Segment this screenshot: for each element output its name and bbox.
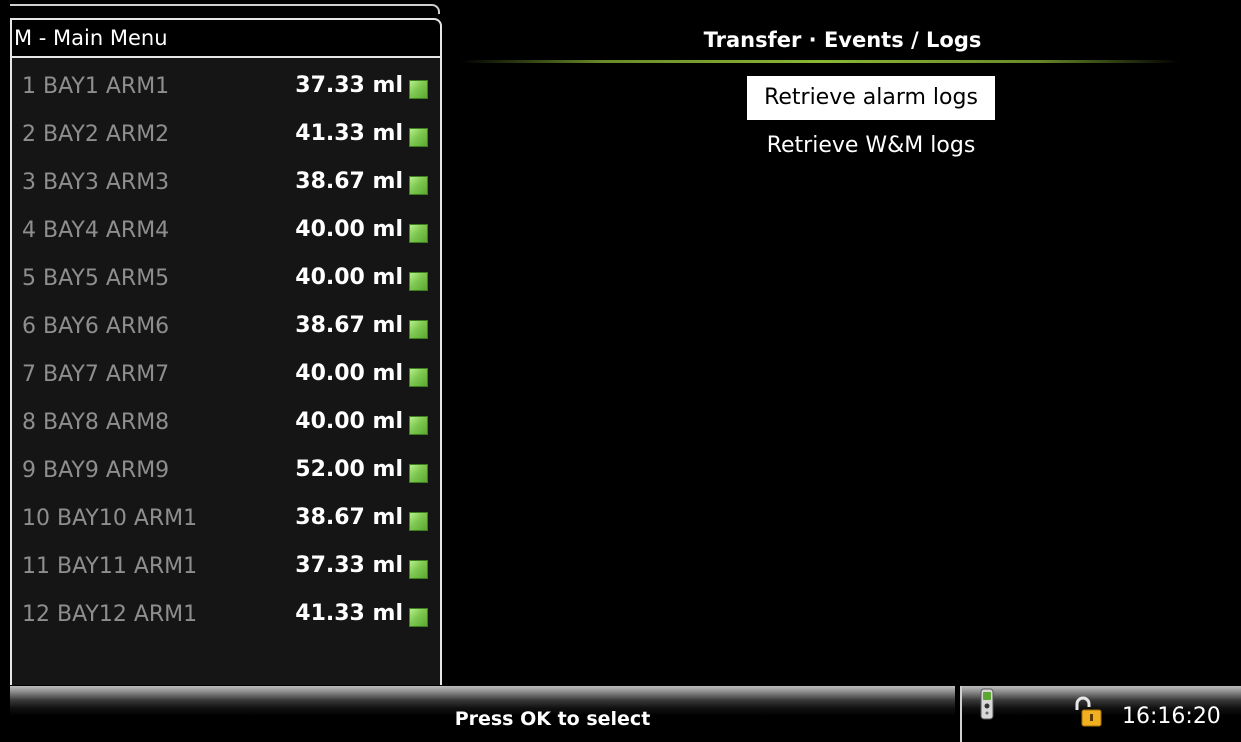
status-ok-indicator	[409, 176, 428, 195]
arm-volume: 40.00 ml	[295, 409, 403, 434]
arm-label: 1 BAY1 ARM1	[22, 74, 170, 99]
arm-volume: 40.00 ml	[295, 265, 403, 290]
status-ok-indicator	[409, 128, 428, 147]
arm-volume: 38.67 ml	[295, 505, 403, 530]
status-ok-indicator	[409, 560, 428, 579]
status-ok-indicator	[409, 224, 428, 243]
status-ok-indicator	[409, 320, 428, 339]
arm-label: 5 BAY5 ARM5	[22, 266, 170, 291]
main-menu-header[interactable]: M - Main Menu	[10, 18, 442, 58]
clock: 16:16:20	[1122, 704, 1221, 729]
arm-volume: 52.00 ml	[295, 457, 403, 482]
arm-row[interactable]: 6 BAY6 ARM6 38.67 ml	[12, 308, 440, 352]
arm-label: 8 BAY8 ARM8	[22, 410, 170, 435]
retrieve-wm-logs-option[interactable]: Retrieve W&M logs	[747, 124, 995, 168]
arm-label: 2 BAY2 ARM2	[22, 122, 170, 147]
arm-label: 6 BAY6 ARM6	[22, 314, 170, 339]
status-ok-indicator	[409, 272, 428, 291]
status-ok-indicator	[409, 80, 428, 99]
arm-label: 10 BAY10 ARM1	[22, 506, 198, 531]
arm-label: 12 BAY12 ARM1	[22, 602, 198, 627]
status-ok-indicator	[409, 368, 428, 387]
arm-list: 1 BAY1 ARM1 37.33 ml 2 BAY2 ARM2 41.33 m…	[10, 58, 442, 685]
title-divider	[460, 60, 1180, 63]
arm-volume: 37.33 ml	[295, 73, 403, 98]
remote-control-icon	[980, 688, 994, 720]
status-ok-indicator	[409, 416, 428, 435]
arm-volume: 38.67 ml	[295, 169, 403, 194]
panel-tab-edge	[10, 4, 440, 14]
arm-label: 11 BAY11 ARM1	[22, 554, 198, 579]
arm-label: 3 BAY3 ARM3	[22, 170, 170, 195]
unlocked-padlock-icon	[1075, 696, 1102, 727]
arm-volume: 37.33 ml	[295, 553, 403, 578]
arm-row[interactable]: 10 BAY10 ARM1 38.67 ml	[12, 500, 440, 544]
arm-label: 4 BAY4 ARM4	[22, 218, 170, 243]
retrieve-alarm-logs-option[interactable]: Retrieve alarm logs	[747, 76, 995, 120]
arm-row[interactable]: 7 BAY7 ARM7 40.00 ml	[12, 356, 440, 400]
arm-row[interactable]: 8 BAY8 ARM8 40.00 ml	[12, 404, 440, 448]
footer-hint: Press OK to select	[454, 708, 651, 730]
page-title: Transfer · Events / Logs	[703, 28, 982, 52]
arm-volume: 41.33 ml	[295, 121, 403, 146]
status-ok-indicator	[409, 608, 428, 627]
arm-volume: 40.00 ml	[295, 361, 403, 386]
arm-row[interactable]: 2 BAY2 ARM2 41.33 ml	[12, 116, 440, 160]
arm-row[interactable]: 4 BAY4 ARM4 40.00 ml	[12, 212, 440, 256]
arm-label: 9 BAY9 ARM9	[22, 458, 170, 483]
arm-row[interactable]: 1 BAY1 ARM1 37.33 ml	[12, 68, 440, 112]
arm-row[interactable]: 5 BAY5 ARM5 40.00 ml	[12, 260, 440, 304]
arm-row[interactable]: 11 BAY11 ARM1 37.33 ml	[12, 548, 440, 592]
arm-row[interactable]: 12 BAY12 ARM1 41.33 ml	[12, 596, 440, 640]
arm-volume: 38.67 ml	[295, 313, 403, 338]
arm-label: 7 BAY7 ARM7	[22, 362, 170, 387]
arm-row[interactable]: 9 BAY9 ARM9 52.00 ml	[12, 452, 440, 496]
arm-row[interactable]: 3 BAY3 ARM3 38.67 ml	[12, 164, 440, 208]
status-ok-indicator	[409, 512, 428, 531]
status-ok-indicator	[409, 464, 428, 483]
arm-volume: 41.33 ml	[295, 601, 403, 626]
arm-volume: 40.00 ml	[295, 217, 403, 242]
